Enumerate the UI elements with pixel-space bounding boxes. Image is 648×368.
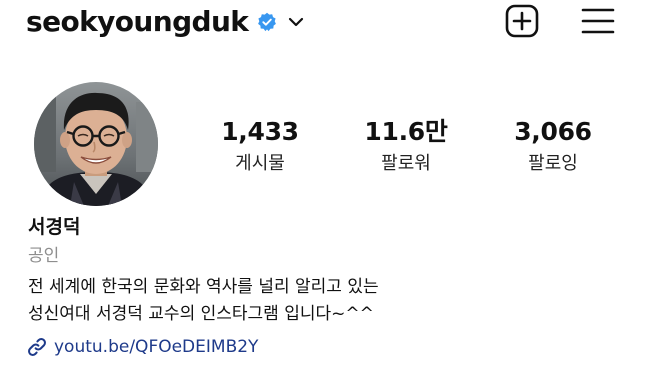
plus-square-icon[interactable] — [505, 4, 539, 38]
posts-count: 1,433 — [221, 117, 299, 146]
profile-name: 서경덕 — [28, 216, 81, 238]
followers-count: 11.6만 — [364, 117, 448, 146]
stat-followers[interactable]: 11.6만 팔로워 — [341, 116, 471, 177]
bio-line: 전 세계에 한국의 문화와 역사를 널리 알리고 있는 — [28, 277, 379, 297]
following-label: 팔로잉 — [528, 153, 578, 174]
chevron-down-icon[interactable] — [288, 16, 304, 28]
profile-link[interactable]: youtu.be/QFOeDEIMB2Y — [26, 334, 258, 360]
avatar-image — [34, 82, 158, 206]
hamburger-menu-icon[interactable] — [581, 6, 615, 36]
profile-link-text: youtu.be/QFOeDEIMB2Y — [54, 337, 259, 357]
stat-posts[interactable]: 1,433 게시물 — [195, 116, 325, 177]
username: seokyoungduk — [26, 5, 249, 38]
stat-following[interactable]: 3,066 팔로잉 — [488, 116, 618, 177]
profile-category: 공인 — [28, 246, 60, 266]
posts-label: 게시물 — [235, 153, 285, 174]
verified-badge-icon — [258, 12, 277, 32]
account-switcher[interactable]: seokyoungduk — [26, 4, 304, 40]
followers-label: 팔로워 — [381, 153, 431, 174]
profile-bio: 전 세계에 한국의 문화와 역사를 널리 알리고 있는 성신여대 서경덕 교수의… — [28, 274, 379, 328]
link-icon — [28, 338, 46, 356]
profile-avatar[interactable] — [34, 82, 158, 206]
bio-line: 성신여대 서경덕 교수의 인스타그램 입니다~^^ — [28, 304, 374, 324]
profile-header: seokyoungduk — [0, 0, 648, 44]
following-count: 3,066 — [514, 117, 592, 146]
